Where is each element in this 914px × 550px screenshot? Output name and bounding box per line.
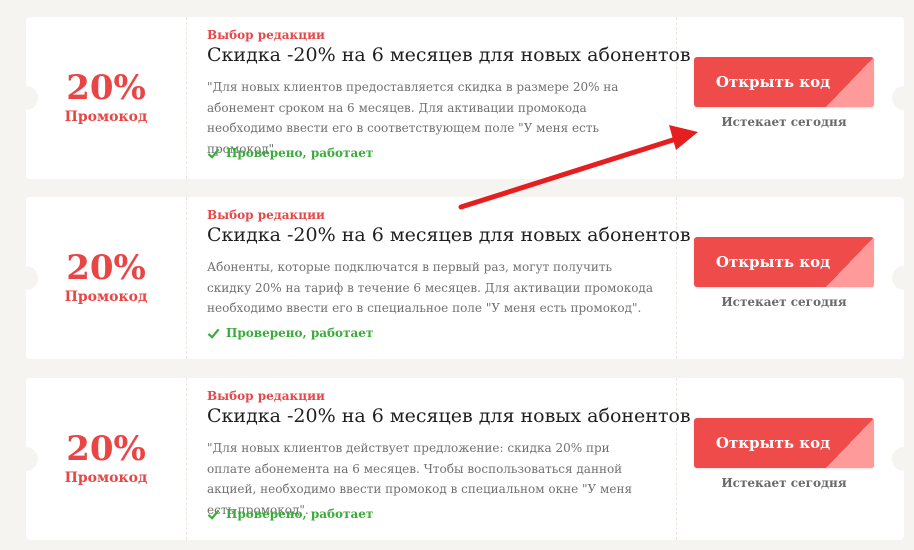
discount-block: 20% Промокод [26, 69, 186, 126]
coupon-card: 20% Промокод Выбор редакции Скидка -20% … [14, 378, 914, 540]
expires-label: Истекает сегодня [721, 115, 847, 129]
ticket-notch [892, 447, 914, 471]
check-icon [207, 328, 220, 339]
open-code-button[interactable]: Открыть код [694, 418, 874, 468]
open-code-button[interactable]: Открыть код [694, 237, 874, 287]
coupon-title[interactable]: Скидка -20% на 6 месяцев для новых абоне… [207, 405, 691, 427]
check-icon [207, 148, 220, 159]
coupon-type-label: Промокод [64, 109, 148, 125]
verified-label: Проверено, работает [226, 146, 374, 160]
coupon-type-label: Промокод [64, 470, 148, 486]
expires-label: Истекает сегодня [721, 295, 847, 309]
ticket-notch [892, 266, 914, 290]
verified-status: Проверено, работает [207, 507, 373, 521]
editors-choice-tag: Выбор редакции [207, 389, 325, 403]
divider [186, 378, 187, 540]
divider [186, 17, 187, 179]
divider [186, 197, 187, 359]
ticket-notch [892, 86, 914, 110]
open-code-label: Открыть код [715, 253, 831, 271]
verified-status: Проверено, работает [207, 326, 373, 340]
discount-block: 20% Промокод [26, 249, 186, 306]
expires-label: Истекает сегодня [721, 476, 847, 490]
open-code-label: Открыть код [715, 73, 831, 91]
verified-label: Проверено, работает [226, 326, 374, 340]
coupon-description: Абоненты, которые подключатся в первый р… [207, 260, 653, 315]
verified-status: Проверено, работает [207, 146, 373, 160]
discount-value: 20% [66, 248, 146, 288]
check-icon [207, 509, 220, 520]
editors-choice-tag: Выбор редакции [207, 208, 325, 222]
open-code-label: Открыть код [715, 434, 831, 452]
discount-value: 20% [66, 429, 146, 469]
coupon-card: 20% Промокод Выбор редакции Скидка -20% … [14, 17, 914, 179]
open-code-button[interactable]: Открыть код [694, 57, 874, 107]
coupon-title[interactable]: Скидка -20% на 6 месяцев для новых абоне… [207, 224, 691, 246]
verified-label: Проверено, работает [226, 507, 374, 521]
coupon-title[interactable]: Скидка -20% на 6 месяцев для новых абоне… [207, 44, 691, 66]
divider [676, 197, 677, 359]
discount-block: 20% Промокод [26, 430, 186, 487]
editors-choice-tag: Выбор редакции [207, 28, 325, 42]
coupon-card: 20% Промокод Выбор редакции Скидка -20% … [14, 197, 914, 359]
divider [676, 378, 677, 540]
divider [676, 17, 677, 179]
coupon-type-label: Промокод [64, 289, 148, 305]
discount-value: 20% [66, 68, 146, 108]
